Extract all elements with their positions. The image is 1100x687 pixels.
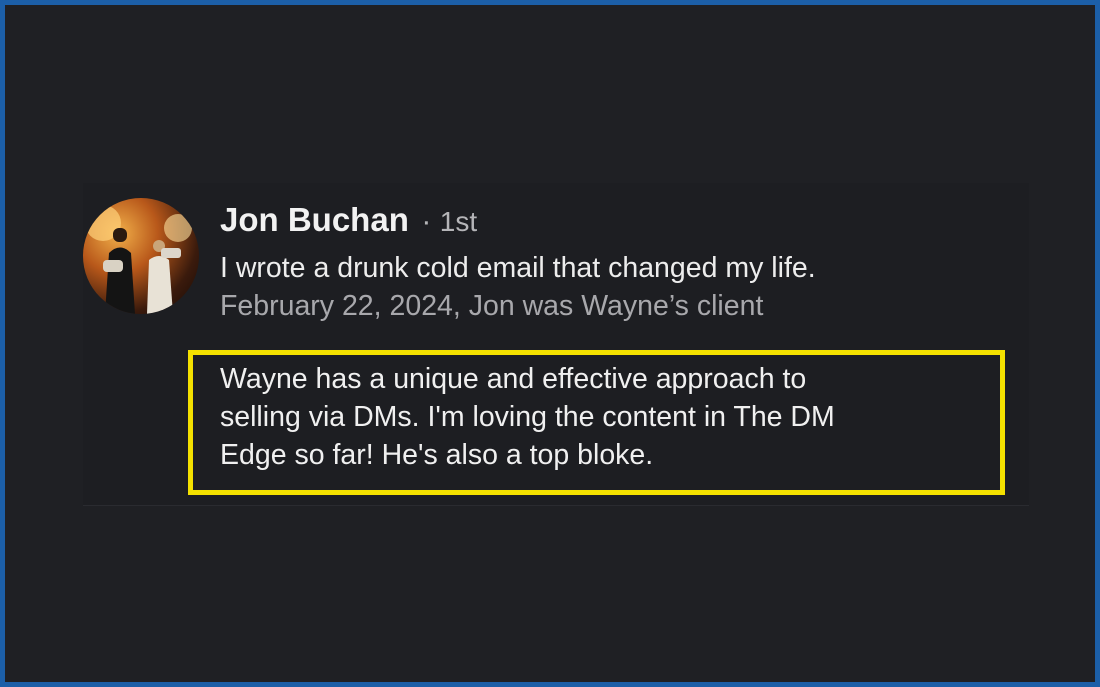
author-header: Jon Buchan · 1st [220,201,477,239]
recommendation-body-line: selling via DMs. I'm loving the content … [220,401,835,433]
recommendation-body-line: Wayne has a unique and effective approac… [220,363,807,395]
separator-dot: · [421,205,432,238]
recommendation-body: Wayne has a unique and effective approac… [220,360,1000,474]
author-name[interactable]: Jon Buchan [220,201,409,238]
author-headline: I wrote a drunk cold email that changed … [220,252,816,284]
recommendation-meta: February 22, 2024, Jon was Wayne’s clien… [220,290,764,322]
avatar[interactable] [83,198,199,314]
connection-degree: 1st [439,206,478,237]
recommendation-body-line: Edge so far! He's also a top bloke. [220,439,654,471]
profile-photo-icon [85,205,192,314]
screenshot-frame: Jon Buchan · 1st I wrote a drunk cold em… [0,0,1100,687]
